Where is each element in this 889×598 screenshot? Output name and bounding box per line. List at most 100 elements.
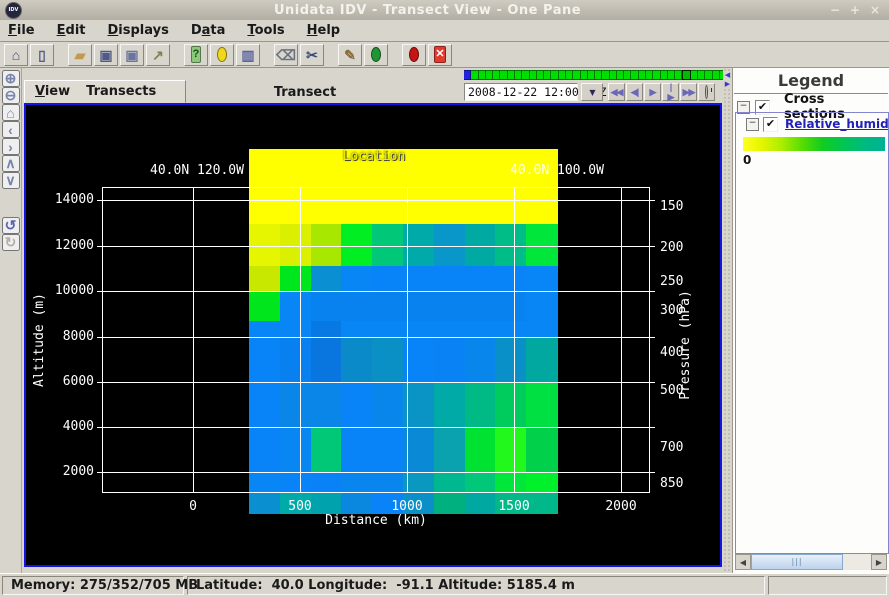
erase-displays-button[interactable]: ⌫ bbox=[274, 44, 298, 66]
menu-displays[interactable]: Displays bbox=[108, 23, 169, 38]
time-step-cell[interactable] bbox=[500, 70, 507, 80]
time-step-strip[interactable] bbox=[464, 70, 727, 80]
humidity-checkbox[interactable]: ✔ bbox=[763, 117, 778, 132]
time-step-cell[interactable] bbox=[544, 70, 551, 80]
time-step-cell[interactable] bbox=[639, 70, 646, 80]
pan-left-button[interactable]: ‹ bbox=[2, 121, 20, 138]
undo-button[interactable]: ↺ bbox=[2, 217, 20, 234]
time-step-cell[interactable] bbox=[705, 70, 712, 80]
export-button[interactable]: ↗ bbox=[146, 44, 170, 66]
scrollbar-track[interactable]: ||| bbox=[751, 554, 871, 570]
cancel-button[interactable]: ✕ bbox=[428, 44, 452, 66]
pan-down-button[interactable]: ∨ bbox=[2, 172, 20, 189]
play-button[interactable]: ▶ bbox=[644, 83, 661, 101]
minimize-button[interactable]: − bbox=[827, 3, 843, 17]
time-step-cell[interactable] bbox=[602, 70, 609, 80]
humidity-display-link[interactable]: Relative_humidity -_ bbox=[785, 117, 888, 131]
menu-edit[interactable]: Edit bbox=[57, 23, 86, 38]
clock-icon bbox=[705, 85, 708, 99]
time-step-cell[interactable] bbox=[588, 70, 595, 80]
time-step-cell[interactable] bbox=[698, 70, 705, 80]
field-selector-button[interactable]: ? bbox=[184, 44, 208, 66]
drawing-button[interactable]: ✎ bbox=[338, 44, 362, 66]
time-step-cell[interactable] bbox=[617, 70, 624, 80]
menu-help[interactable]: Help bbox=[307, 23, 340, 38]
go-to-start-button[interactable]: ◀◀ bbox=[608, 83, 625, 101]
transect-view-frame: 1400012000100008000600040002000150200250… bbox=[24, 103, 722, 567]
stop-loads-button[interactable] bbox=[402, 44, 426, 66]
cut-button[interactable]: ✂ bbox=[300, 44, 324, 66]
time-step-cell[interactable] bbox=[646, 70, 653, 80]
time-step-cell[interactable] bbox=[522, 70, 529, 80]
time-step-cell[interactable] bbox=[682, 70, 690, 80]
time-step-cell[interactable] bbox=[537, 70, 544, 80]
time-step-cell[interactable] bbox=[713, 70, 720, 80]
time-value-field[interactable]: 2008-12-22 12:00:00Z bbox=[464, 83, 578, 101]
pencil-icon: ✎ bbox=[344, 48, 356, 62]
time-step-cell[interactable] bbox=[515, 70, 522, 80]
time-step-cell[interactable] bbox=[530, 70, 537, 80]
time-step-cell[interactable] bbox=[573, 70, 580, 80]
menu-tools[interactable]: Tools bbox=[247, 23, 284, 38]
maximize-button[interactable]: + bbox=[847, 3, 863, 17]
time-step-cell[interactable] bbox=[493, 70, 500, 80]
pan-right-button[interactable]: › bbox=[2, 138, 20, 155]
tick-mark bbox=[650, 472, 655, 473]
time-step-cell[interactable] bbox=[464, 70, 471, 80]
scroll-left-icon[interactable]: ◀ bbox=[735, 554, 751, 570]
time-step-cell[interactable] bbox=[471, 70, 478, 80]
redo-button[interactable]: ↻ bbox=[2, 234, 20, 251]
menu-data[interactable]: Data bbox=[191, 23, 226, 38]
time-step-cell[interactable] bbox=[668, 70, 675, 80]
scroll-right-icon[interactable]: ▶ bbox=[871, 554, 887, 570]
legend-scrollbar[interactable]: ◀ ||| ▶ bbox=[735, 554, 887, 570]
time-step-cell[interactable] bbox=[610, 70, 617, 80]
pan-up-button[interactable]: ∧ bbox=[2, 155, 20, 172]
time-step-cell[interactable] bbox=[661, 70, 668, 80]
save-button[interactable]: ▣ bbox=[94, 44, 118, 66]
time-step-cell[interactable] bbox=[653, 70, 660, 80]
time-step-cell[interactable] bbox=[691, 70, 698, 80]
time-step-cell[interactable] bbox=[479, 70, 486, 80]
menu-view[interactable]: View bbox=[35, 84, 70, 99]
save-as-button[interactable]: ▣ bbox=[120, 44, 144, 66]
open-file-button[interactable]: ▰ bbox=[68, 44, 92, 66]
time-step-cell[interactable] bbox=[566, 70, 573, 80]
home-view-button[interactable]: ⌂ bbox=[2, 104, 20, 121]
time-step-cell[interactable] bbox=[559, 70, 566, 80]
menu-file[interactable]: File bbox=[8, 23, 35, 38]
new-display-button[interactable]: ▯ bbox=[30, 44, 54, 66]
globe-button[interactable] bbox=[364, 44, 388, 66]
time-dropdown-button[interactable]: ▼ bbox=[581, 83, 603, 101]
chevron-down-icon: ∨ bbox=[5, 172, 15, 189]
transect-plot[interactable]: 1400012000100008000600040002000150200250… bbox=[26, 105, 720, 565]
dashboard-window-button[interactable]: ▥ bbox=[236, 44, 260, 66]
zoom-in-button[interactable]: ⊕ bbox=[2, 70, 20, 87]
menu-transects[interactable]: Transects bbox=[86, 84, 156, 99]
panel-splitter[interactable]: ◀ ▶ bbox=[723, 68, 732, 573]
step-forward-icon: |▶ bbox=[668, 82, 674, 103]
time-step-cell[interactable] bbox=[508, 70, 515, 80]
scrollbar-thumb[interactable]: ||| bbox=[751, 554, 843, 570]
step-forward-button[interactable]: |▶ bbox=[662, 83, 679, 101]
show-dashboard-button[interactable]: ⌂ bbox=[4, 44, 28, 66]
go-to-end-button[interactable]: ▶▶ bbox=[680, 83, 697, 101]
time-step-cell[interactable] bbox=[595, 70, 602, 80]
humidity-colorbar[interactable] bbox=[743, 137, 885, 151]
animation-properties-button[interactable] bbox=[698, 83, 715, 101]
time-step-cell[interactable] bbox=[624, 70, 631, 80]
x-tick-label: 1000 bbox=[377, 499, 437, 514]
time-step-cell[interactable] bbox=[581, 70, 588, 80]
splitter-collapse-left-icon[interactable]: ◀ bbox=[725, 72, 730, 79]
time-step-cell[interactable] bbox=[675, 70, 682, 80]
time-step-cell[interactable] bbox=[631, 70, 638, 80]
y-left-tick-label: 12000 bbox=[32, 238, 94, 253]
time-step-cell[interactable] bbox=[486, 70, 493, 80]
collapse-icon[interactable]: − bbox=[746, 118, 759, 131]
close-button[interactable]: × bbox=[867, 3, 883, 17]
zoom-out-button[interactable]: ⊖ bbox=[2, 87, 20, 104]
tips-button[interactable] bbox=[210, 44, 234, 66]
time-step-cell[interactable] bbox=[551, 70, 558, 80]
step-back-button[interactable]: ◀| bbox=[626, 83, 643, 101]
splitter-expand-right-icon[interactable]: ▶ bbox=[725, 81, 730, 88]
